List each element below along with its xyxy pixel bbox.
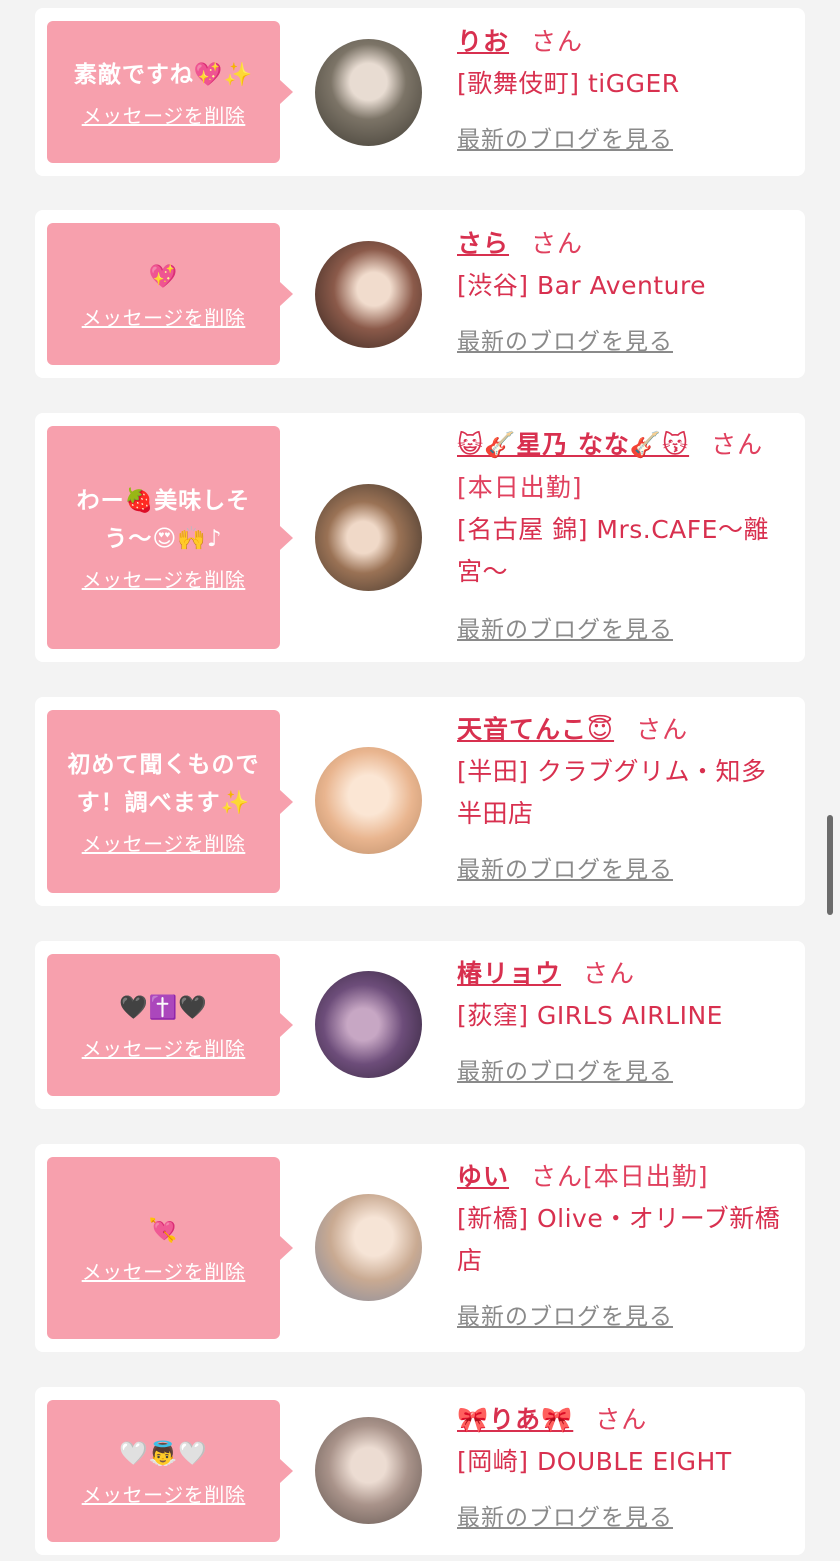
cast-name-link[interactable]: さら bbox=[457, 229, 509, 258]
shop-name: [岡崎] DOUBLE EIGHT bbox=[457, 1447, 732, 1476]
message-bubble: 💘 メッセージを削除 bbox=[47, 1157, 293, 1339]
name-line: りお さん bbox=[457, 20, 782, 63]
name-line: 🎀りあ🎀 さん bbox=[457, 1398, 782, 1441]
delete-message-link[interactable]: メッセージを削除 bbox=[82, 100, 246, 129]
profile-info: 天音てんこ😇 さん [半田] クラブグリム・知多半田店 最新のブログを見る bbox=[457, 708, 782, 884]
avatar[interactable] bbox=[315, 1417, 422, 1524]
delete-message-link[interactable]: メッセージを削除 bbox=[82, 564, 246, 593]
message-bubble: 🖤✝️🖤 メッセージを削除 bbox=[47, 954, 293, 1096]
message-card: 🖤✝️🖤 メッセージを削除 椿リョウ さん [荻窪] GIRLS AIRLINE … bbox=[35, 941, 805, 1109]
cast-name-link[interactable]: 😺🎸星乃 なな🎸😽 bbox=[457, 430, 689, 459]
message-text: 💖 bbox=[148, 263, 179, 290]
name-line: さら さん bbox=[457, 222, 782, 265]
profile-info: りお さん [歌舞伎町] tiGGER 最新のブログを見る bbox=[457, 20, 782, 154]
avatar[interactable] bbox=[315, 39, 422, 146]
message-text: 初めて聞くものです！調べます✨ bbox=[67, 752, 260, 816]
message-text: 🖤✝️🖤 bbox=[119, 994, 208, 1021]
shop-name: [歌舞伎町] tiGGER bbox=[457, 69, 680, 98]
message-card: 素敵ですね💖✨ メッセージを削除 りお さん [歌舞伎町] tiGGER 最新のブ… bbox=[35, 8, 805, 176]
message-card: 💖 メッセージを削除 さら さん [渋谷] Bar Aventure 最新のブログ… bbox=[35, 210, 805, 378]
message-bubble: 素敵ですね💖✨ メッセージを削除 bbox=[47, 21, 293, 163]
message-text: わー🍓美味しそう〜😍🙌♪ bbox=[76, 488, 251, 552]
avatar[interactable] bbox=[315, 241, 422, 348]
latest-blog-link[interactable]: 最新のブログを見る bbox=[457, 610, 673, 644]
message-bubble: 初めて聞くものです！調べます✨ メッセージを削除 bbox=[47, 710, 293, 893]
message-card: 💘 メッセージを削除 ゆい さん[本日出勤] [新橋] Olive・オリーブ新橋店… bbox=[35, 1144, 805, 1352]
message-bubble: わー🍓美味しそう〜😍🙌♪ メッセージを削除 bbox=[47, 426, 293, 649]
message-bubble: 💖 メッセージを削除 bbox=[47, 223, 293, 365]
cast-name-link[interactable]: 天音てんこ😇 bbox=[457, 715, 614, 744]
name-line: 天音てんこ😇 さん bbox=[457, 708, 782, 751]
latest-blog-link[interactable]: 最新のブログを見る bbox=[457, 1052, 673, 1086]
cast-name-link[interactable]: 椿リョウ bbox=[457, 959, 561, 988]
delete-message-link[interactable]: メッセージを削除 bbox=[82, 1256, 246, 1285]
latest-blog-link[interactable]: 最新のブログを見る bbox=[457, 1297, 673, 1331]
honorific-suffix: さん bbox=[531, 229, 584, 258]
honorific-suffix: さん bbox=[583, 959, 636, 988]
message-text: 素敵ですね💖✨ bbox=[73, 61, 254, 88]
avatar[interactable] bbox=[315, 971, 422, 1078]
message-text: 💘 bbox=[148, 1217, 179, 1244]
latest-blog-link[interactable]: 最新のブログを見る bbox=[457, 850, 673, 884]
cast-name-link[interactable]: 🎀りあ🎀 bbox=[457, 1405, 573, 1434]
name-line: ゆい さん[本日出勤] bbox=[457, 1155, 782, 1198]
profile-info: 🎀りあ🎀 さん [岡崎] DOUBLE EIGHT 最新のブログを見る bbox=[457, 1398, 782, 1532]
name-line: 😺🎸星乃 なな🎸😽 さん[本日出勤] bbox=[457, 423, 782, 509]
message-bubble: 🤍👼🤍 メッセージを削除 bbox=[47, 1400, 293, 1542]
shop-name: [半田] クラブグリム・知多半田店 bbox=[457, 757, 767, 828]
profile-info: ゆい さん[本日出勤] [新橋] Olive・オリーブ新橋店 最新のブログを見る bbox=[457, 1155, 782, 1331]
message-text: 🤍👼🤍 bbox=[119, 1440, 208, 1467]
delete-message-link[interactable]: メッセージを削除 bbox=[82, 1479, 246, 1508]
shop-name: [新橋] Olive・オリーブ新橋店 bbox=[457, 1204, 781, 1275]
honorific-suffix: さん bbox=[636, 715, 689, 744]
latest-blog-link[interactable]: 最新のブログを見る bbox=[457, 1498, 673, 1532]
avatar[interactable] bbox=[315, 747, 422, 854]
cast-name-link[interactable]: ゆい bbox=[457, 1162, 509, 1191]
shop-name: [荻窪] GIRLS AIRLINE bbox=[457, 1001, 723, 1030]
message-card: 🤍👼🤍 メッセージを削除 🎀りあ🎀 さん [岡崎] DOUBLE EIGHT 最新… bbox=[35, 1387, 805, 1555]
message-list: 素敵ですね💖✨ メッセージを削除 りお さん [歌舞伎町] tiGGER 最新のブ… bbox=[0, 0, 840, 1561]
profile-info: さら さん [渋谷] Bar Aventure 最新のブログを見る bbox=[457, 222, 782, 356]
avatar[interactable] bbox=[315, 484, 422, 591]
avatar[interactable] bbox=[315, 1194, 422, 1301]
latest-blog-link[interactable]: 最新のブログを見る bbox=[457, 322, 673, 356]
message-card: わー🍓美味しそう〜😍🙌♪ メッセージを削除 😺🎸星乃 なな🎸😽 さん[本日出勤] … bbox=[35, 413, 805, 662]
delete-message-link[interactable]: メッセージを削除 bbox=[82, 828, 246, 857]
latest-blog-link[interactable]: 最新のブログを見る bbox=[457, 120, 673, 154]
name-line: 椿リョウ さん bbox=[457, 952, 782, 995]
profile-info: 😺🎸星乃 なな🎸😽 さん[本日出勤] [名古屋 錦] Mrs.CAFE〜離宮〜 最… bbox=[457, 423, 782, 644]
profile-info: 椿リョウ さん [荻窪] GIRLS AIRLINE 最新のブログを見る bbox=[457, 952, 782, 1086]
honorific-suffix: さん bbox=[531, 27, 584, 56]
shop-name: [渋谷] Bar Aventure bbox=[457, 271, 707, 300]
delete-message-link[interactable]: メッセージを削除 bbox=[82, 1033, 246, 1062]
honorific-suffix: さん bbox=[595, 1405, 648, 1434]
message-card: 初めて聞くものです！調べます✨ メッセージを削除 天音てんこ😇 さん [半田] ク… bbox=[35, 697, 805, 906]
cast-name-link[interactable]: りお bbox=[457, 27, 509, 56]
delete-message-link[interactable]: メッセージを削除 bbox=[82, 302, 246, 331]
shop-name: [名古屋 錦] Mrs.CAFE〜離宮〜 bbox=[457, 515, 769, 586]
honorific-suffix: さん[本日出勤] bbox=[531, 1162, 709, 1191]
scrollbar[interactable] bbox=[827, 815, 833, 915]
